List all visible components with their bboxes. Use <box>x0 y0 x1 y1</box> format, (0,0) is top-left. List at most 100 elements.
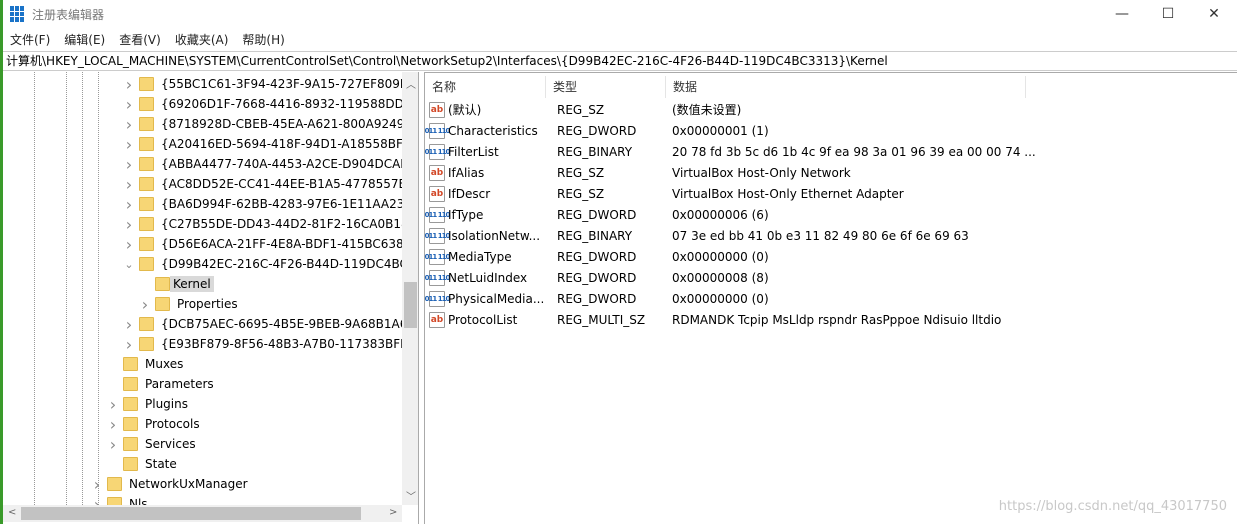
value-data: 0x00000001 (1) <box>672 123 769 138</box>
scroll-thumb[interactable] <box>404 282 417 328</box>
chevron-right-icon[interactable]: › <box>123 235 135 254</box>
value-row[interactable]: 011 110 PhysicalMedia... REG_DWORD 0x000000… <box>425 288 769 309</box>
chevron-right-icon[interactable]: › <box>107 415 119 434</box>
tree-node[interactable]: › Protocols <box>107 414 203 434</box>
binary-value-icon: 011 110 <box>425 122 450 139</box>
tree-node-label: Protocols <box>145 417 200 431</box>
tree-node[interactable]: › Plugins <box>107 394 191 414</box>
chevron-right-icon[interactable]: › <box>123 95 135 114</box>
scroll-left-icon[interactable]: < <box>8 507 16 518</box>
column-name[interactable]: 名称 <box>425 76 546 98</box>
value-row[interactable]: ab ProtocolList REG_MULTI_SZ RDMANDK Tcpip … <box>429 309 1001 330</box>
menu-file[interactable]: 文件(F) <box>3 31 57 48</box>
tree-node[interactable]: Parameters <box>107 374 217 394</box>
value-row[interactable]: 011 110 Characteristics REG_DWORD 0x0000000… <box>425 120 769 141</box>
chevron-right-icon[interactable]: › <box>91 475 103 494</box>
chevron-right-icon[interactable]: › <box>123 75 135 94</box>
folder-icon <box>139 197 154 211</box>
folder-icon <box>139 337 154 351</box>
tree-node-label: Plugins <box>145 397 188 411</box>
tree-node-label: Services <box>145 437 196 451</box>
tree-node[interactable]: › {AC8DD52E-CC41-44EE-B1A5-4778557BEB <box>123 174 418 194</box>
maximize-button[interactable]: ☐ <box>1145 0 1191 28</box>
address-bar[interactable]: 计算机\HKEY_LOCAL_MACHINE\SYSTEM\CurrentCon… <box>3 51 1237 71</box>
column-type[interactable]: 类型 <box>546 76 666 98</box>
tree-node-label: {E93BF879-8F56-48B3-A7B0-117383BFB30 <box>161 337 419 351</box>
folder-icon <box>139 117 154 131</box>
tree-node[interactable]: State <box>107 454 180 474</box>
chevron-right-icon[interactable]: › <box>123 155 135 174</box>
binary-value-icon: 011 110 <box>425 227 450 244</box>
value-row[interactable]: ab IfDescr REG_SZ VirtualBox Host-Only Ethe… <box>429 183 904 204</box>
scroll-right-icon[interactable]: > <box>389 507 397 518</box>
folder-icon <box>139 177 154 191</box>
tree-node[interactable]: › Services <box>107 434 199 454</box>
value-row[interactable]: ab IfAlias REG_SZ VirtualBox Host-Only Netw… <box>429 162 851 183</box>
tree-vertical-scrollbar[interactable]: ︿ ﹀ <box>402 72 418 505</box>
tree-node[interactable]: › {69206D1F-7668-4416-8932-119588DDCC7 <box>123 94 418 114</box>
window-title: 注册表编辑器 <box>32 7 105 22</box>
close-button[interactable]: ✕ <box>1191 0 1237 28</box>
chevron-right-icon[interactable]: › <box>123 315 135 334</box>
tree-node[interactable]: Muxes <box>107 354 186 374</box>
menu-favorites[interactable]: 收藏夹(A) <box>168 31 236 48</box>
tree-node[interactable]: › Properties <box>139 294 241 314</box>
folder-icon <box>139 217 154 231</box>
tree-node-label: {ABBA4477-740A-4453-A2CE-D904DCAD44 <box>161 157 419 171</box>
value-type: REG_DWORD <box>557 291 637 306</box>
tree-node-label: {BA6D994F-62BB-4283-97E6-1E11AA23986 <box>161 197 419 211</box>
tree-guide-line <box>66 72 67 505</box>
menu-edit[interactable]: 编辑(E) <box>57 31 112 48</box>
scroll-down-icon[interactable]: ﹀ <box>406 488 416 503</box>
title-bar: 注册表编辑器 <box>3 0 1237 28</box>
chevron-right-icon[interactable]: › <box>123 195 135 214</box>
value-row[interactable]: 011 110 IfType REG_DWORD 0x00000006 (6) <box>425 204 769 225</box>
chevron-right-icon[interactable]: › <box>107 435 119 454</box>
value-row[interactable]: 011 110 FilterList REG_BINARY 20 78 fd 3b 5… <box>425 141 1036 162</box>
tree-horizontal-scrollbar[interactable]: < > <box>3 505 402 522</box>
minimize-button[interactable]: — <box>1099 0 1145 28</box>
string-value-icon: ab <box>429 101 445 118</box>
tree-node[interactable]: › NetworkUxManager <box>91 474 251 494</box>
value-row[interactable]: 011 110 MediaType REG_DWORD 0x00000000 (0) <box>425 246 769 267</box>
scroll-up-icon[interactable]: ︿ <box>406 76 416 91</box>
value-row[interactable]: 011 110 IsolationNetw... REG_BINARY 07 3e e… <box>425 225 969 246</box>
binary-value-icon: 011 110 <box>425 269 450 286</box>
value-row[interactable]: ab (默认) REG_SZ (数值未设置) <box>429 99 741 120</box>
value-data: (数值未设置) <box>672 103 742 117</box>
chevron-down-icon[interactable]: ⌄ <box>123 258 135 271</box>
binary-value-icon: 011 110 <box>425 206 450 223</box>
tree-node-label: Muxes <box>145 357 184 371</box>
tree-node[interactable]: › {55BC1C61-3F94-423F-9A15-727EF809F8D5 <box>123 74 418 94</box>
menu-view[interactable]: 查看(V) <box>112 31 168 48</box>
value-name: Characteristics <box>448 123 538 138</box>
column-header: 名称 类型 数据 <box>425 76 1027 98</box>
tree-node[interactable]: ⌄ {D99B42EC-216C-4F26-B44D-119DC4BC33 <box>123 254 418 274</box>
watermark: https://blog.csdn.net/qq_43017750 <box>998 499 1227 514</box>
tree-node[interactable]: › {A20416ED-5694-418F-94D1-A18558BFE93 <box>123 134 418 154</box>
value-type: REG_BINARY <box>557 228 633 243</box>
chevron-right-icon[interactable]: › <box>123 215 135 234</box>
tree-node[interactable]: › {ABBA4477-740A-4453-A2CE-D904DCAD44 <box>123 154 419 174</box>
chevron-right-icon[interactable]: › <box>107 395 119 414</box>
value-type: REG_DWORD <box>557 249 637 264</box>
chevron-right-icon[interactable]: › <box>123 115 135 134</box>
tree-node[interactable]: › {8718928D-CBEB-45EA-A621-800A9249001 <box>123 114 418 134</box>
tree-node[interactable]: › {E93BF879-8F56-48B3-A7B0-117383BFB30 <box>123 334 419 354</box>
value-row[interactable]: 011 110 NetLuidIndex REG_DWORD 0x00000008 (… <box>425 267 769 288</box>
tree-guide-line <box>82 72 83 505</box>
menu-help[interactable]: 帮助(H) <box>235 31 291 48</box>
chevron-right-icon[interactable]: › <box>123 335 135 354</box>
scroll-thumb[interactable] <box>21 507 361 520</box>
chevron-right-icon[interactable]: › <box>123 135 135 154</box>
tree-node[interactable]: › {C27B55DE-DD43-44D2-81F2-16CA0B180F <box>123 214 418 234</box>
tree-node[interactable]: › {D56E6ACA-21FF-4E8A-BDF1-415BC638F68 <box>123 234 418 254</box>
tree-node[interactable]: Kernel <box>139 274 214 294</box>
chevron-right-icon[interactable]: › <box>139 295 151 314</box>
tree-node[interactable]: › {BA6D994F-62BB-4283-97E6-1E11AA23986 <box>123 194 419 214</box>
chevron-right-icon[interactable]: › <box>123 175 135 194</box>
value-data: 0x00000000 (0) <box>672 249 769 264</box>
value-name: FilterList <box>448 144 499 159</box>
tree-node[interactable]: › {DCB75AEC-6695-4B5E-9BEB-9A68B1A6A9 <box>123 314 418 334</box>
column-data[interactable]: 数据 <box>666 76 1026 98</box>
